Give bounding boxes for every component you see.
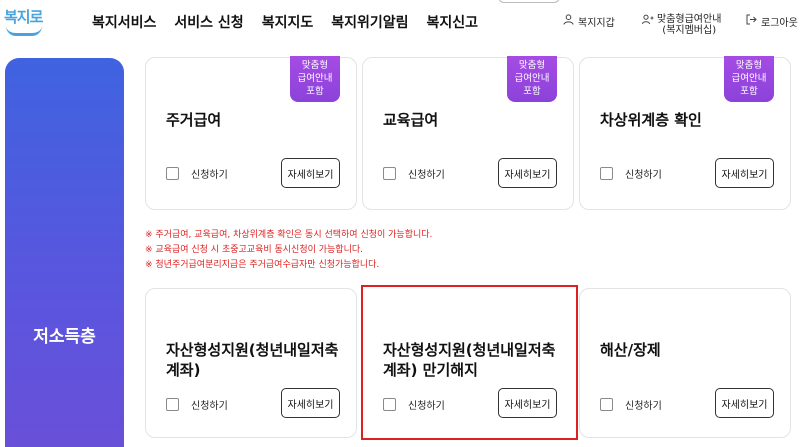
apply-label: 신청하기 [408,401,445,412]
card-title: 해산/장제 [600,340,661,360]
notice-item: ※ 주거급여, 교육급여, 차상위계층 확인은 동시 선택하여 신청이 가능합니… [145,230,433,240]
header-top-tab[interactable] [498,0,560,3]
apply-label: 신청하기 [191,170,228,181]
badge-line1: 맞춤형 [735,60,763,71]
badge-line3: 포함 [740,86,758,97]
detail-button[interactable]: 자세히보기 [498,158,557,188]
apply-label: 신청하기 [625,401,662,412]
logout-link[interactable]: 로그아웃 [746,14,798,29]
checkbox[interactable] [166,167,179,180]
badge-line3: 포함 [306,86,324,97]
card-youth-savings: 자산형성지원(청년내일저축 계좌) 신청하기 자세히보기 [145,288,357,438]
logout-icon [746,14,758,28]
custom-benefit-badge: 맞춤형 급여안내 포함 [724,56,774,102]
apply-checkbox[interactable]: 신청하기 [166,166,228,181]
notice-list: ※ 주거급여, 교육급여, 차상위계층 확인은 동시 선택하여 신청이 가능합니… [145,228,432,273]
apply-label: 신청하기 [625,170,662,181]
custom-benefit-line2: (복지멤버십) [662,25,717,36]
checkbox[interactable] [600,398,613,411]
badge-line2: 급여안내 [731,73,767,84]
nav-crisis-alert[interactable]: 복지위기알림 [331,12,408,32]
apply-checkbox[interactable]: 신청하기 [383,397,445,412]
badge-line2: 급여안내 [514,73,550,84]
apply-checkbox[interactable]: 신청하기 [166,397,228,412]
notice-item: ※ 청년주거급여분리지급은 주거급여수급자만 신청가능합니다. [145,260,380,270]
card-title: 차상위계층 확인 [600,111,702,129]
apply-label: 신청하기 [408,170,445,181]
detail-button[interactable]: 자세히보기 [281,388,340,418]
apply-checkbox[interactable]: 신청하기 [600,166,662,181]
notice-item: ※ 교육급여 신청 시 초중고교육비 동시신청이 가능합니다. [145,245,364,255]
detail-button[interactable]: 자세히보기 [715,158,774,188]
card-title: 자산형성지원(청년내일저축 계좌) 만기해지 [383,340,555,380]
header: 복지로 복지서비스 서비스 신청 복지지도 복지위기알림 복지신고 복지지갑 맞… [0,0,800,42]
card-childbirth-funeral: 해산/장제 신청하기 자세히보기 [579,288,791,438]
checkbox[interactable] [166,398,179,411]
checkbox[interactable] [383,398,396,411]
card-near-poverty-check: 맞춤형 급여안내 포함 차상위계층 확인 신청하기 자세히보기 [579,56,791,210]
checkbox[interactable] [383,167,396,180]
logout-label: 로그아웃 [761,18,798,29]
nav-service-apply[interactable]: 서비스 신청 [174,12,243,32]
badge-line1: 맞춤형 [518,60,546,71]
category-sidebar: 저소득층 [5,58,124,447]
card-title-line1: 자산형성지원(청년내일저축 [166,341,339,359]
apply-checkbox[interactable]: 신청하기 [383,166,445,181]
logo[interactable]: 복지로 [4,2,44,38]
page: 복지로 복지서비스 서비스 신청 복지지도 복지위기알림 복지신고 복지지갑 맞… [0,0,800,447]
checkbox[interactable] [600,167,613,180]
card-title-line1: 해산/장제 [600,341,661,359]
card-title: 교육급여 [383,111,439,129]
custom-benefit-badge: 맞춤형 급여안내 포함 [290,56,340,102]
people-icon [642,14,654,28]
custom-benefit-line1: 맞춤형급여안내 [657,14,722,25]
badge-line1: 맞춤형 [301,60,329,71]
person-icon [563,14,575,28]
apply-label: 신청하기 [191,401,228,412]
badge-line3: 포함 [523,86,541,97]
wallet-link[interactable]: 복지지갑 [563,14,615,29]
detail-button[interactable]: 자세히보기 [498,388,557,418]
nav-welfare-service[interactable]: 복지서비스 [92,12,156,32]
card-title-line2: 계좌) [166,361,201,379]
nav-welfare-map[interactable]: 복지지도 [262,12,314,32]
custom-benefit-badge: 맞춤형 급여안내 포함 [507,56,557,102]
card-title: 주거급여 [166,111,222,129]
sidebar-title: 저소득층 [33,327,96,347]
main-nav: 복지서비스 서비스 신청 복지지도 복지위기알림 복지신고 [92,12,496,32]
logo-swoosh [6,26,42,36]
nav-welfare-report[interactable]: 복지신고 [427,12,479,32]
card-title-line2: 계좌) 만기해지 [383,361,478,379]
card-housing-benefit: 맞춤형 급여안내 포함 주거급여 신청하기 자세히보기 [145,56,357,210]
wallet-label: 복지지갑 [578,18,615,29]
custom-benefit-link[interactable]: 맞춤형급여안내 (복지멤버십) [642,14,721,36]
logo-text: 복지로 [4,8,43,26]
card-title-line1: 자산형성지원(청년내일저축 [383,341,556,359]
detail-button[interactable]: 자세히보기 [281,158,340,188]
detail-button[interactable]: 자세히보기 [715,388,774,418]
apply-checkbox[interactable]: 신청하기 [600,397,662,412]
card-title: 자산형성지원(청년내일저축 계좌) [166,340,338,380]
card-education-benefit: 맞춤형 급여안내 포함 교육급여 신청하기 자세히보기 [362,56,574,210]
badge-line2: 급여안내 [297,73,333,84]
card-youth-savings-maturity: 자산형성지원(청년내일저축 계좌) 만기해지 신청하기 자세히보기 [362,288,574,438]
